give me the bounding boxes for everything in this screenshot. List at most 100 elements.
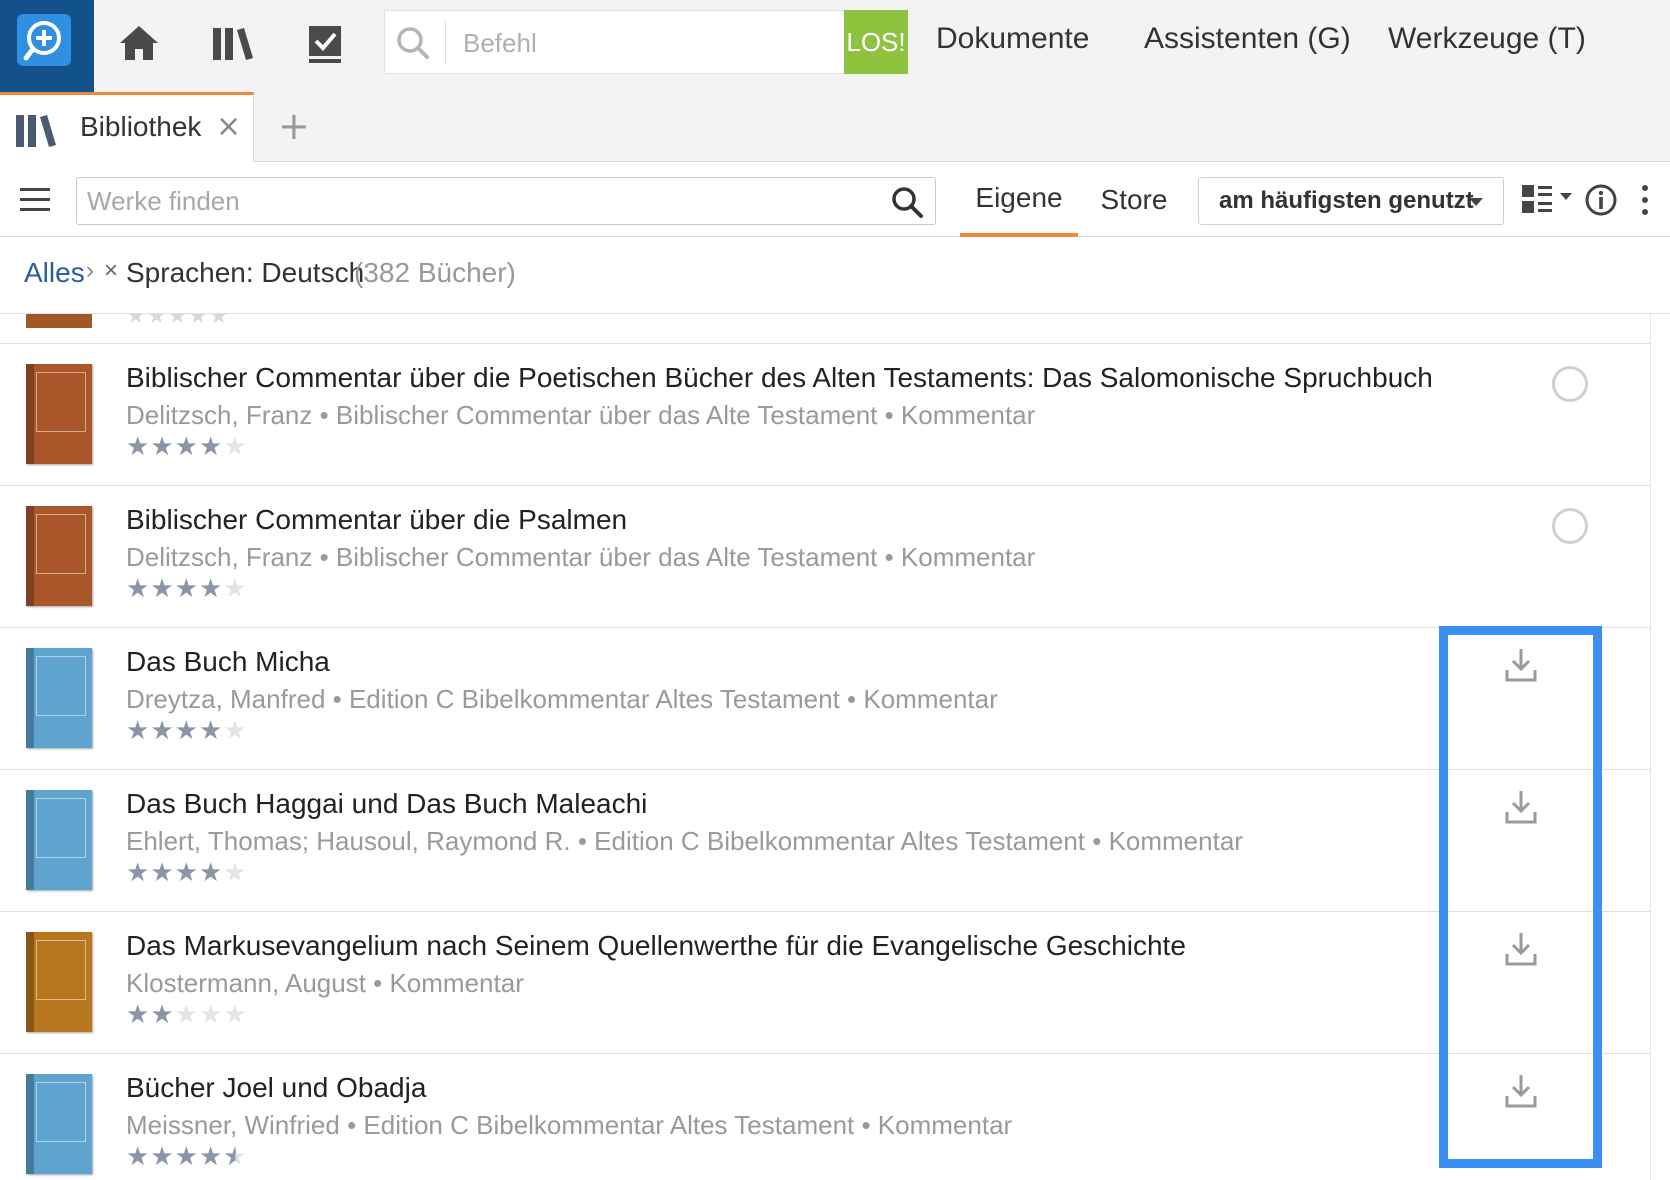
star-icon: ★ [150, 716, 175, 746]
breadcrumb-all-link[interactable]: Alles [24, 257, 85, 289]
rating-stars: ★★★★★ [126, 574, 248, 604]
breadcrumb: Alles › × Sprachen: Deutsch (382 Bücher) [0, 237, 1670, 314]
breadcrumb-separator: › [86, 257, 94, 284]
book-meta: Delitzsch, Franz • Biblischer Commentar … [126, 400, 1036, 430]
list-item[interactable]: Bücher Joel und Obadja Meissner, Winfried… [0, 1054, 1650, 1180]
go-button[interactable]: LOS! [844, 10, 908, 74]
star-icon: ★ [223, 432, 248, 462]
more-options-icon[interactable] [1640, 183, 1650, 221]
download-icon[interactable] [1504, 646, 1538, 684]
star-icon: ★ [126, 432, 151, 462]
book-meta: Meissner, Winfried • Edition C Bibelkomm… [126, 1110, 1013, 1140]
star-icon: ★ [150, 1142, 175, 1172]
rating-stars: ★★★★★ [126, 858, 248, 888]
star-icon: ★ [150, 574, 175, 604]
cover-spine [26, 790, 34, 890]
star-icon: ★ [150, 858, 175, 888]
cover-spine [26, 1074, 34, 1174]
book-cover [26, 314, 92, 328]
download-icon[interactable] [1504, 788, 1538, 826]
app-topbar: LOS! Dokumente Assistenten (G) Werkzeuge… [0, 0, 1670, 92]
sort-dropdown[interactable]: am häufigsten genutzt [1198, 177, 1504, 225]
logo-search-plus-icon [17, 14, 71, 66]
tab-close-icon[interactable]: × [216, 109, 241, 144]
cover-spine [26, 648, 34, 748]
book-meta: Ehlert, Thomas; Hausoul, Raymond R. • Ed… [126, 826, 1243, 856]
library-search-box [76, 177, 936, 225]
home-icon[interactable] [114, 18, 164, 68]
search-icon[interactable] [889, 184, 925, 220]
menu-assistants[interactable]: Assistenten (G) [1144, 22, 1351, 56]
download-icon[interactable] [1504, 930, 1538, 968]
command-search-icon [393, 23, 433, 63]
book-title[interactable]: Das Buch Haggai und Das Buch Maleachi [126, 788, 647, 820]
book-title[interactable]: Bücher Joel und Obadja [126, 1072, 426, 1104]
star-icon: ★ [126, 716, 151, 746]
star-icon: ★ [223, 574, 248, 604]
cover-spine [26, 932, 34, 1032]
star-icon: ★ [198, 432, 224, 462]
library-tab-icon [14, 113, 58, 149]
star-icon: ★ [126, 1142, 151, 1172]
scrollbar[interactable] [1650, 314, 1670, 1180]
sort-caret-icon [1469, 198, 1483, 206]
star-icon: ★ [198, 1000, 224, 1030]
rating-stars: ★★★★★ [126, 1142, 248, 1172]
view-tab-own[interactable]: Eigene [960, 163, 1078, 237]
star-icon: ★ [223, 716, 248, 746]
status-circle-icon[interactable] [1552, 508, 1588, 544]
list-item[interactable]: Das Buch Micha Dreytza, Manfred • Edition… [0, 628, 1650, 770]
star-icon: ★ [223, 858, 248, 888]
add-tab-button[interactable]: + [278, 104, 310, 148]
book-cover[interactable] [26, 790, 92, 890]
view-tab-store[interactable]: Store [1086, 163, 1182, 237]
menu-tools[interactable]: Werkzeuge (T) [1388, 22, 1586, 56]
book-title[interactable]: Das Buch Micha [126, 646, 330, 678]
command-box [384, 10, 908, 74]
rating-stars: ★★★★★ [126, 432, 248, 462]
list-item[interactable]: Das Buch Haggai und Das Buch Maleachi Ehl… [0, 770, 1650, 912]
book-cover[interactable] [26, 364, 92, 464]
star-icon: ★ [174, 574, 199, 604]
book-cover[interactable] [26, 1074, 92, 1174]
cover-frame [36, 940, 86, 1000]
book-cover[interactable] [26, 506, 92, 606]
star-icon: ★ [174, 1142, 199, 1172]
list-item[interactable]: Biblischer Commentar über die Psalmen Del… [0, 486, 1650, 628]
library-icon[interactable] [208, 18, 258, 68]
checklist-icon[interactable] [300, 18, 350, 68]
book-cover[interactable] [26, 648, 92, 748]
app-logo[interactable] [0, 0, 94, 92]
cover-frame [36, 372, 86, 432]
star-icon: ★ [126, 574, 151, 604]
list-item[interactable]: Das Markusevangelium nach Seinem Quellen… [0, 912, 1650, 1054]
book-title[interactable]: Das Markusevangelium nach Seinem Quellen… [126, 930, 1186, 962]
list-item[interactable]: ★★★★★ [0, 314, 1650, 344]
remove-filter-icon[interactable]: × [104, 257, 118, 285]
star-icon: ★ [126, 858, 151, 888]
tab-library-label: Bibliothek [80, 111, 202, 142]
status-circle-icon[interactable] [1552, 366, 1588, 402]
download-icon[interactable] [1504, 1072, 1538, 1110]
menu-documents[interactable]: Dokumente [936, 22, 1089, 56]
star-icon: ★ [126, 1000, 151, 1030]
star-icon: ★ [198, 858, 224, 888]
view-mode-icon[interactable] [1522, 183, 1574, 219]
book-title[interactable]: Biblischer Commentar über die Poetischen… [126, 362, 1433, 394]
book-meta: Dreytza, Manfred • Edition C Bibelkommen… [126, 684, 998, 714]
star-icon: ★ [174, 716, 199, 746]
cover-spine [26, 506, 34, 606]
book-list: ★★★★★ Biblischer Commentar über die Poet… [0, 314, 1650, 1180]
rating-stars: ★★★★★ [126, 1000, 248, 1030]
rating-stars: ★★★★★ [126, 716, 248, 746]
hamburger-menu-icon[interactable] [20, 187, 50, 213]
book-title[interactable]: Biblischer Commentar über die Psalmen [126, 504, 627, 536]
command-input[interactable] [463, 21, 823, 65]
book-meta: Delitzsch, Franz • Biblischer Commentar … [126, 542, 1036, 572]
tab-library[interactable]: Bibliothek × [0, 92, 254, 162]
list-item[interactable]: Biblischer Commentar über die Poetischen… [0, 344, 1650, 486]
star-icon: ★ [174, 432, 199, 462]
book-cover[interactable] [26, 932, 92, 1032]
library-search-input[interactable] [87, 184, 867, 218]
info-icon[interactable] [1584, 183, 1618, 221]
